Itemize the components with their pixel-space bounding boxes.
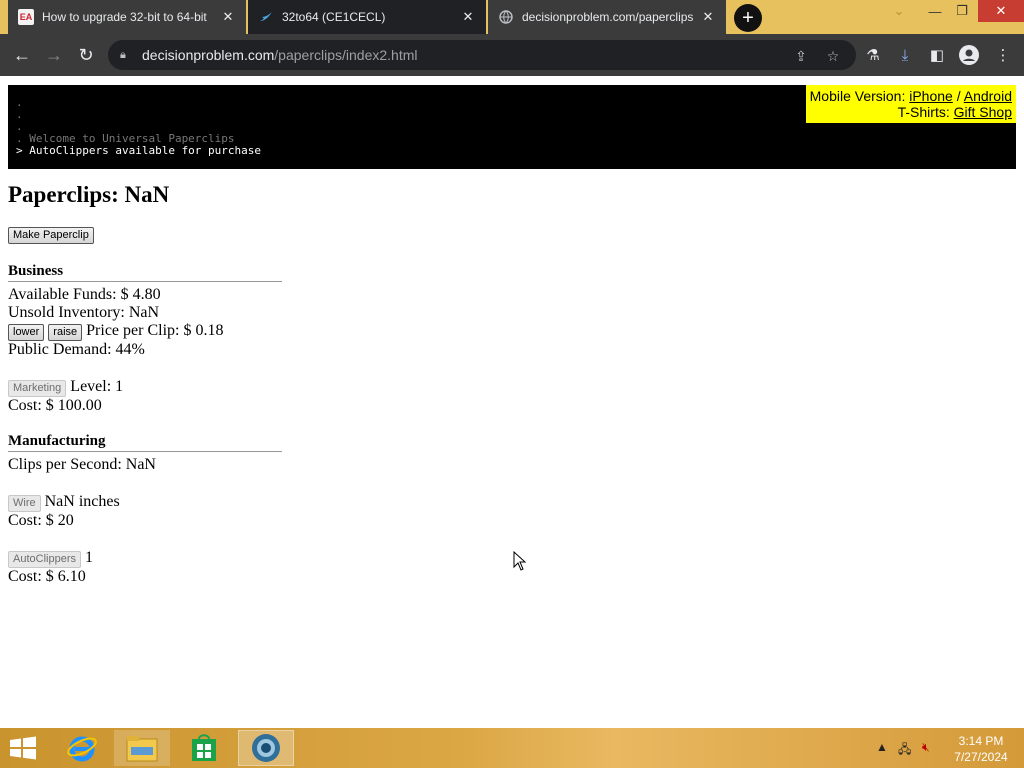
- chrome-app-icon[interactable]: [238, 730, 294, 766]
- tshirts-label: T-Shirts:: [897, 104, 954, 120]
- mouse-cursor-icon: [513, 551, 527, 571]
- minimize-button[interactable]: —: [924, 0, 946, 22]
- menu-kebab-icon[interactable]: ⋮: [992, 44, 1014, 66]
- marketing-cost: Cost: $ 100.00: [8, 397, 102, 414]
- download-icon[interactable]: ⤓: [894, 44, 916, 66]
- window-close-button[interactable]: ✕: [978, 0, 1024, 22]
- tab-paperclips[interactable]: decisionproblem.com/paperclips ✕: [488, 0, 726, 34]
- browser-toolbar: ← → ↻ 🔒︎ decisionproblem.com/paperclips/…: [0, 34, 1024, 76]
- manufacturing-section: Manufacturing Clips per Second: NaN Wire…: [8, 432, 282, 586]
- store-icon[interactable]: [176, 730, 232, 766]
- tab-title: How to upgrade 32-bit to 64-bit: [42, 10, 207, 24]
- globe-icon: [498, 9, 514, 25]
- system-clock[interactable]: 3:14 PM 7/27/2024: [950, 733, 1012, 765]
- tab-title: 32to64 (CE1CECL): [282, 10, 386, 24]
- autoclippers-count: 1: [84, 549, 93, 566]
- available-funds: Available Funds: $ 4.80: [8, 286, 161, 303]
- tab-title: decisionproblem.com/paperclips: [522, 10, 694, 24]
- file-explorer-icon[interactable]: [114, 730, 170, 766]
- ea-icon: EA: [18, 9, 34, 25]
- web-page: . . . . Welcome to Universal Paperclips …: [0, 76, 1024, 728]
- marketing-row: Marketing Level: 1: [8, 378, 282, 397]
- url-host: decisionproblem.com: [142, 47, 275, 63]
- close-icon[interactable]: ✕: [700, 9, 716, 25]
- close-icon[interactable]: ✕: [460, 9, 476, 25]
- restore-button[interactable]: ❐: [950, 0, 974, 22]
- volume-muted-icon[interactable]: 🔇︎: [922, 740, 930, 755]
- internet-explorer-icon[interactable]: [54, 730, 110, 766]
- marketing-button[interactable]: Marketing: [8, 380, 67, 397]
- autoclippers-row: AutoClippers 1: [8, 549, 282, 568]
- wire-cost: Cost: $ 20: [8, 512, 74, 529]
- tab-search-chevron-icon[interactable]: ⌄: [888, 0, 910, 22]
- game-console: . . . . Welcome to Universal Paperclips …: [8, 85, 1016, 169]
- manufacturing-title: Manufacturing: [8, 432, 282, 452]
- side-panel-icon[interactable]: ◧: [926, 44, 948, 66]
- tab-32to64[interactable]: 32to64 (CE1CECL) ✕: [248, 0, 486, 34]
- address-bar[interactable]: 🔒︎ decisionproblem.com/paperclips/index2…: [108, 40, 856, 70]
- tab-strip: EA How to upgrade 32-bit to 64-bit ✕ 32t…: [0, 0, 1024, 34]
- url-path: /paperclips/index2.html: [274, 47, 418, 63]
- windows-start-icon[interactable]: [8, 736, 38, 760]
- wire-row: Wire NaN inches: [8, 493, 282, 512]
- separator: /: [952, 88, 964, 104]
- close-icon[interactable]: ✕: [220, 9, 236, 25]
- android-link[interactable]: Android: [964, 88, 1012, 104]
- price-row: lower raise Price per Clip: $ 0.18: [8, 322, 282, 341]
- reload-icon[interactable]: ↻: [74, 43, 98, 67]
- lock-icon: 🔒︎: [120, 48, 126, 61]
- show-hidden-icons-icon[interactable]: ▲: [876, 740, 888, 754]
- wire-amount: NaN inches: [44, 493, 120, 510]
- console-line-latest: > AutoClippers available for purchase: [16, 144, 262, 157]
- mobile-version-label: Mobile Version:: [809, 88, 910, 104]
- business-title: Business: [8, 262, 282, 282]
- windows-taskbar: ▲ 🖧 🔇︎ 3:14 PM 7/27/2024: [0, 728, 1024, 768]
- clock-date: 7/27/2024: [954, 750, 1008, 764]
- clock-time: 3:14 PM: [958, 734, 1004, 748]
- price-per-clip: Price per Clip: $ 0.18: [86, 322, 224, 339]
- gift-shop-link[interactable]: Gift Shop: [954, 104, 1012, 120]
- back-arrow-icon[interactable]: ←: [10, 43, 34, 67]
- wire-button[interactable]: Wire: [8, 495, 41, 512]
- business-section: Business Available Funds: $ 4.80 Unsold …: [8, 262, 282, 415]
- lower-price-button[interactable]: lower: [8, 324, 45, 341]
- forward-arrow-icon[interactable]: →: [42, 43, 66, 67]
- public-demand: Public Demand: 44%: [8, 341, 145, 358]
- paperclips-count: Paperclips: NaN: [8, 182, 170, 207]
- tab-upgrade-article[interactable]: EA How to upgrade 32-bit to 64-bit ✕: [8, 0, 246, 34]
- new-tab-button[interactable]: +: [734, 4, 762, 32]
- swift-bird-icon: [258, 9, 274, 25]
- promo-box: Mobile Version: iPhone / Android T-Shirt…: [805, 85, 1016, 123]
- marketing-level: Level: 1: [70, 378, 124, 395]
- labs-flask-icon[interactable]: ⚗: [862, 44, 884, 66]
- autoclippers-cost: Cost: $ 6.10: [8, 568, 86, 585]
- make-paperclip-button[interactable]: Make Paperclip: [8, 227, 94, 244]
- bookmark-star-icon[interactable]: ☆: [824, 47, 842, 65]
- unsold-inventory: Unsold Inventory: NaN: [8, 304, 160, 321]
- raise-price-button[interactable]: raise: [48, 324, 83, 341]
- iphone-link[interactable]: iPhone: [909, 88, 953, 104]
- profile-avatar-icon[interactable]: [958, 44, 980, 66]
- clips-per-second: Clips per Second: NaN: [8, 456, 156, 473]
- share-icon[interactable]: ⇪: [792, 47, 810, 65]
- network-icon[interactable]: 🖧: [898, 740, 911, 761]
- autoclippers-button[interactable]: AutoClippers: [8, 551, 81, 568]
